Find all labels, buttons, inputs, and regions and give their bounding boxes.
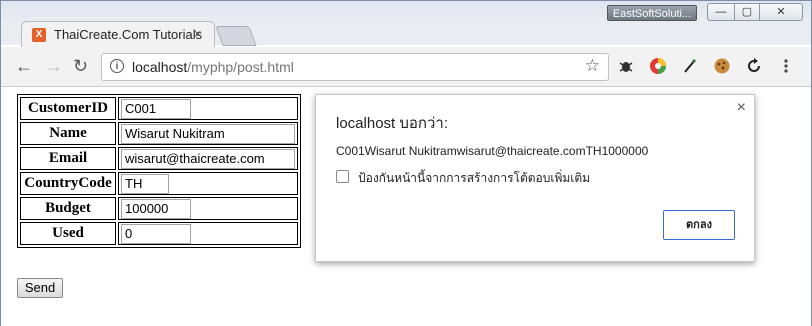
close-window-button[interactable]: ✕	[759, 3, 803, 21]
budget-input[interactable]: 100000	[121, 198, 191, 219]
country-code-input[interactable]: TH	[121, 173, 169, 194]
menu-icon[interactable]	[777, 57, 795, 75]
maximize-button[interactable]: ▢	[734, 3, 760, 21]
budget-label: Budget	[20, 197, 116, 220]
cookie-icon[interactable]	[713, 57, 731, 75]
tab-title: ThaiCreate.Com Tutorials	[54, 27, 203, 42]
bug-icon[interactable]	[617, 57, 635, 75]
suppress-dialogs-label[interactable]: ป้องกันหน้านี้จากการสร้างการโต้ตอบเพิ่มเ…	[358, 169, 590, 188]
url-host: localhost	[132, 59, 188, 75]
dialog-close-icon[interactable]: ×	[737, 99, 746, 117]
name-input[interactable]: Wisarut Nukitram	[121, 123, 295, 144]
bookmark-star-icon[interactable]: ☆	[585, 56, 600, 76]
reload-icon[interactable]: ↻	[73, 56, 88, 77]
table-row: Name Wisarut Nukitram	[20, 122, 298, 145]
table-row: CountryCode TH	[20, 172, 298, 195]
alert-dialog: × localhost บอกว่า: C001Wisarut Nukitram…	[315, 94, 755, 262]
email-input[interactable]: wisarut@thaicreate.com	[121, 148, 295, 169]
suppress-dialogs-checkbox[interactable]	[336, 170, 349, 183]
table-row: Email wisarut@thaicreate.com	[20, 147, 298, 170]
table-row: Used 0	[20, 222, 298, 245]
customer-id-label: CustomerID	[20, 97, 116, 120]
minimize-button[interactable]: —	[707, 3, 735, 21]
country-code-label: CountryCode	[20, 172, 116, 195]
info-icon[interactable]: i	[110, 59, 124, 73]
dialog-message: C001Wisarut Nukitramwisarut@thaicreate.c…	[336, 144, 649, 158]
customer-id-input[interactable]: C001	[121, 98, 191, 119]
tab-active[interactable]: X ThaiCreate.Com Tutorials ×	[21, 21, 215, 47]
url-path: /myphp/post.html	[187, 59, 294, 75]
color-wheel-icon[interactable]	[649, 57, 667, 75]
email-label: Email	[20, 147, 116, 170]
new-tab-button[interactable]	[215, 26, 257, 46]
browser-toolbar: ← → ↻ i localhost/myphp/post.html ☆	[1, 47, 811, 87]
browser-window: EastSoftSoluti... — ▢ ✕ X ThaiCreate.Com…	[0, 0, 812, 326]
table-row: CustomerID C001	[20, 97, 298, 120]
forward-icon[interactable]: →	[45, 56, 63, 77]
send-button[interactable]: Send	[17, 278, 63, 298]
used-label: Used	[20, 222, 116, 245]
name-label: Name	[20, 122, 116, 145]
table-row: Budget 100000	[20, 197, 298, 220]
tab-close-icon[interactable]: ×	[194, 26, 202, 41]
user-badge[interactable]: EastSoftSoluti...	[607, 5, 697, 21]
used-input[interactable]: 0	[121, 223, 191, 244]
dialog-title: localhost บอกว่า:	[336, 115, 448, 132]
sync-icon[interactable]	[745, 57, 763, 75]
xampp-favicon-icon: X	[32, 28, 46, 42]
url-text[interactable]: localhost/myphp/post.html	[132, 59, 294, 75]
address-bar[interactable]: i localhost/myphp/post.html ☆	[101, 53, 609, 81]
customer-form-table: CustomerID C001 Name Wisarut Nukitram Em…	[17, 94, 301, 248]
back-icon[interactable]: ←	[15, 56, 33, 77]
title-bar: EastSoftSoluti... — ▢ ✕ X ThaiCreate.Com…	[1, 1, 811, 47]
ok-button[interactable]: ตกลง	[663, 210, 735, 240]
pen-icon[interactable]	[681, 57, 699, 75]
